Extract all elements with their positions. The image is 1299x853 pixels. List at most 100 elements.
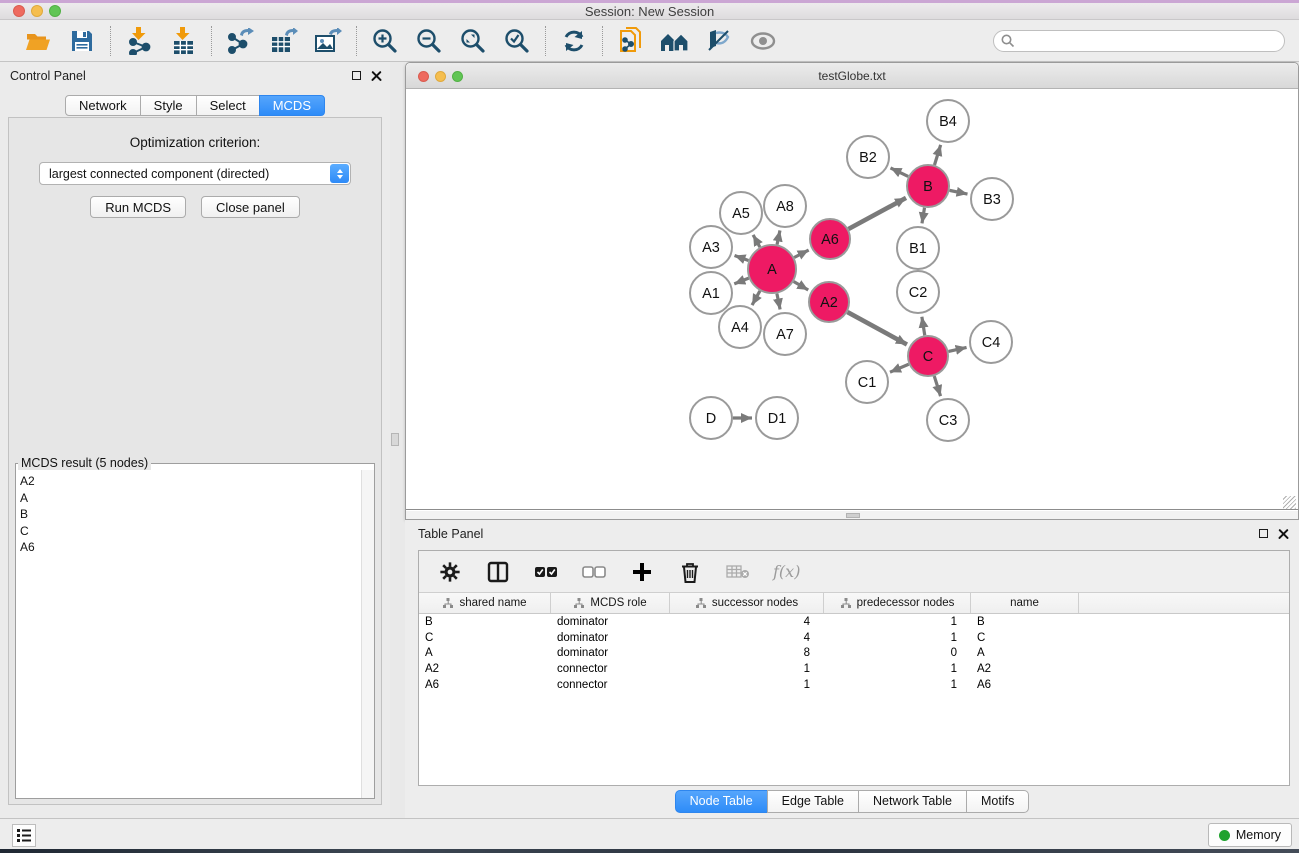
graph-edge-A-A7[interactable] [777,294,780,310]
column-type-icon [573,598,585,609]
graph-edge-A-A8[interactable] [777,230,780,244]
panel-splitter[interactable] [390,62,405,818]
splitter-thumb[interactable] [391,433,399,446]
add-column-icon[interactable] [629,559,655,585]
resize-grip-icon[interactable] [1283,496,1296,509]
graph-edge-A-A2[interactable] [794,282,809,290]
network-titlebar[interactable]: testGlobe.txt [406,63,1298,89]
delete-column-icon[interactable] [677,559,703,585]
mcds-result-list[interactable]: A2ABCA6 [16,470,361,798]
clone-network-icon[interactable] [616,26,646,56]
column-header-name[interactable]: name [971,593,1079,613]
search-input[interactable] [993,30,1285,52]
zoom-selected-icon[interactable] [502,26,532,56]
graph-edge-B-B4[interactable] [934,145,940,165]
tab-select[interactable]: Select [196,95,260,116]
float-panel-icon[interactable] [352,71,361,80]
column-header-shared-name[interactable]: shared name [419,593,551,613]
zoom-fit-icon[interactable] [458,26,488,56]
show-columns-icon[interactable] [485,559,511,585]
zoom-in-icon[interactable] [370,26,400,56]
control-panel: Control Panel Network Style Select MCDS … [0,62,390,818]
graph-edge-A-A1[interactable] [734,278,748,284]
table-options-icon[interactable] [437,559,463,585]
graph-edge-A2-C[interactable] [847,312,906,344]
close-panel-icon[interactable] [371,70,382,81]
search-icon [1001,34,1015,53]
function-builder-icon[interactable]: f(x) [773,562,800,581]
graph-edge-A-A4[interactable] [752,291,760,305]
tab-mcds[interactable]: MCDS [259,95,325,116]
table-cell: A2 [971,663,1079,675]
column-header-successor-nodes[interactable]: successor nodes [670,593,824,613]
optimization-criterion-select[interactable]: largest connected component (directed) [39,162,351,185]
network-graph[interactable]: AA1A2A3A4A5A6A7A8BB1B2B3B4CC1C2C3C4DD1 [406,89,1298,510]
run-mcds-button[interactable]: Run MCDS [90,196,186,218]
first-neighbors-icon[interactable] [660,26,690,56]
mcds-result-item[interactable]: C [20,523,361,540]
table-cell: 0 [824,647,971,659]
table-row[interactable]: A2connector11A2 [419,661,1289,677]
column-header-MCDS-role[interactable]: MCDS role [551,593,670,613]
column-header-label: successor nodes [712,597,798,609]
result-scrollbar[interactable] [361,470,374,798]
mcds-result-item[interactable]: A [20,490,361,507]
show-graphics-icon[interactable] [748,26,778,56]
export-image-icon[interactable] [313,26,343,56]
tab-node-table[interactable]: Node Table [675,790,768,813]
import-network-icon[interactable] [124,26,154,56]
graph-edge-C-C3[interactable] [934,376,940,396]
graph-edge-A-A3[interactable] [735,255,749,260]
network-canvas[interactable]: AA1A2A3A4A5A6A7A8BB1B2B3B4CC1C2C3C4DD1 [406,89,1298,510]
tab-style[interactable]: Style [140,95,197,116]
table-row[interactable]: Bdominator41B [419,614,1289,630]
delete-table-icon[interactable] [725,559,751,585]
deselect-all-icon[interactable] [581,559,607,585]
main-toolbar [0,20,1299,62]
save-session-icon[interactable] [67,26,97,56]
table-cell: A [419,647,551,659]
close-panel-button[interactable]: Close panel [201,196,300,218]
export-network-icon[interactable] [225,26,255,56]
graph-edge-C-C2[interactable] [922,317,925,336]
graph-edge-B-B2[interactable] [891,168,909,177]
tab-motifs[interactable]: Motifs [966,790,1029,813]
table-cell: connector [551,679,670,691]
graph-node-label: A3 [702,240,720,256]
open-file-icon[interactable] [23,26,53,56]
column-header-predecessor-nodes[interactable]: predecessor nodes [824,593,971,613]
table-row[interactable]: A6connector11A6 [419,677,1289,693]
graph-edge-A-A6[interactable] [794,250,808,257]
graph-edge-B-B1[interactable] [922,208,925,224]
close-table-panel-icon[interactable] [1278,528,1289,539]
mcds-result-item[interactable]: A2 [20,473,361,490]
task-history-button[interactable] [12,824,36,847]
select-all-icon[interactable] [533,559,559,585]
graph-edge-A6-B[interactable] [848,198,906,229]
graph-edge-C-C4[interactable] [948,347,966,351]
memory-button[interactable]: Memory [1208,823,1292,847]
import-table-icon[interactable] [168,26,198,56]
task-list-icon [17,829,31,842]
table-row[interactable]: Adominator80A [419,645,1289,661]
table-row[interactable]: Cdominator41C [419,630,1289,646]
mcds-result-item[interactable]: B [20,506,361,523]
zoom-out-icon[interactable] [414,26,444,56]
hide-graphics-icon[interactable] [704,26,734,56]
node-table: shared nameMCDS role successor nodes prede… [419,593,1289,785]
graph-edge-A-A5[interactable] [753,235,760,247]
graph-edge-B-B3[interactable] [950,190,968,194]
tab-network[interactable]: Network [65,95,141,116]
refresh-layout-icon[interactable] [559,26,589,56]
graph-node-label: B4 [939,114,957,130]
tab-network-table[interactable]: Network Table [858,790,967,813]
network-hscrollbar[interactable] [406,511,1298,519]
tab-edge-table[interactable]: Edge Table [767,790,859,813]
column-type-icon [840,598,852,609]
graph-edge-C-C1[interactable] [890,364,909,372]
network-hscroll-thumb[interactable] [846,513,860,518]
network-title: testGlobe.txt [406,69,1298,83]
float-table-panel-icon[interactable] [1259,529,1268,538]
export-table-icon[interactable] [269,26,299,56]
mcds-result-item[interactable]: A6 [20,539,361,556]
